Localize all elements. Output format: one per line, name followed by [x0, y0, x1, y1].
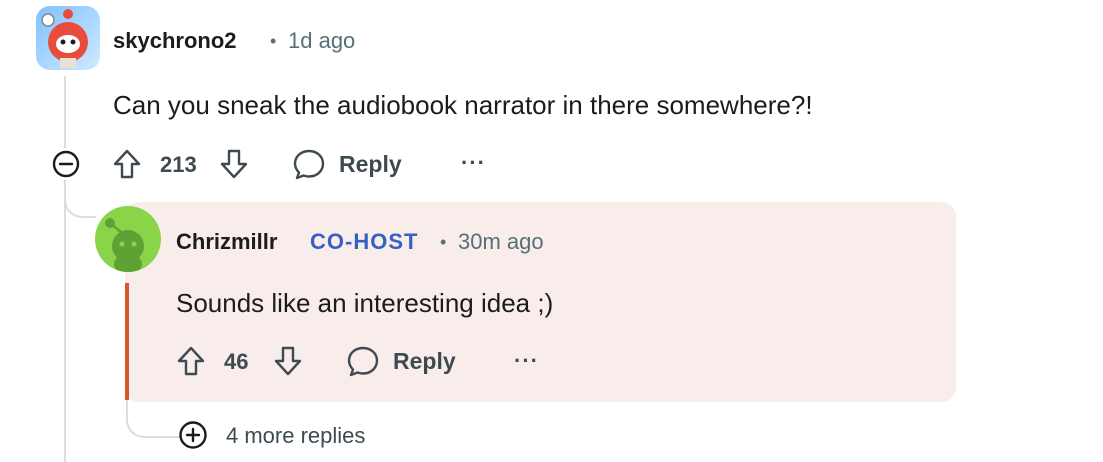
- reply-reply-label: Reply: [393, 348, 456, 374]
- speech-bubble-icon: [346, 344, 380, 378]
- expand-plus-icon[interactable]: [178, 420, 208, 450]
- speech-bubble-icon: [292, 147, 326, 181]
- thread-line-parent: [64, 76, 66, 148]
- parent-comment-body: Can you sneak the audiobook narrator in …: [113, 90, 813, 120]
- reply-username[interactable]: Chrizmillr: [176, 229, 277, 255]
- reply-comment-body: Sounds like an interesting idea ;): [176, 288, 554, 318]
- collapse-minus-icon[interactable]: [52, 150, 80, 178]
- more-replies-link[interactable]: 4 more replies: [226, 423, 365, 449]
- reply-reply-button[interactable]: Reply: [346, 344, 466, 378]
- parent-more-options-button[interactable]: ···: [461, 150, 486, 176]
- parent-reply-label: Reply: [339, 151, 402, 177]
- upvote-arrow-icon[interactable]: [176, 345, 206, 377]
- downvote-arrow-icon[interactable]: [219, 148, 249, 180]
- reply-vote-count: 46: [224, 349, 249, 374]
- reply-flair-cohost: CO-HOST: [310, 229, 419, 254]
- parent-username[interactable]: skychrono2: [113, 28, 237, 54]
- avatar-skychrono2[interactable]: [36, 6, 100, 70]
- reply-more-options-button[interactable]: ···: [514, 348, 539, 374]
- thread-more-connector: [126, 400, 180, 438]
- thread-line-parent-lower: [64, 180, 66, 462]
- parent-reply-button[interactable]: Reply: [292, 147, 412, 181]
- parent-separator: •: [270, 31, 277, 51]
- reply-separator: •: [440, 232, 447, 252]
- upvote-arrow-icon[interactable]: [112, 148, 142, 180]
- thread-branch-connector: [64, 180, 96, 218]
- downvote-arrow-icon[interactable]: [273, 345, 303, 377]
- avatar-chrizmillr[interactable]: [95, 206, 161, 272]
- parent-timestamp[interactable]: 1d ago: [288, 28, 355, 54]
- reply-timestamp[interactable]: 30m ago: [458, 229, 544, 255]
- reply-accent-bar: [125, 283, 129, 400]
- parent-vote-count: 213: [160, 152, 197, 177]
